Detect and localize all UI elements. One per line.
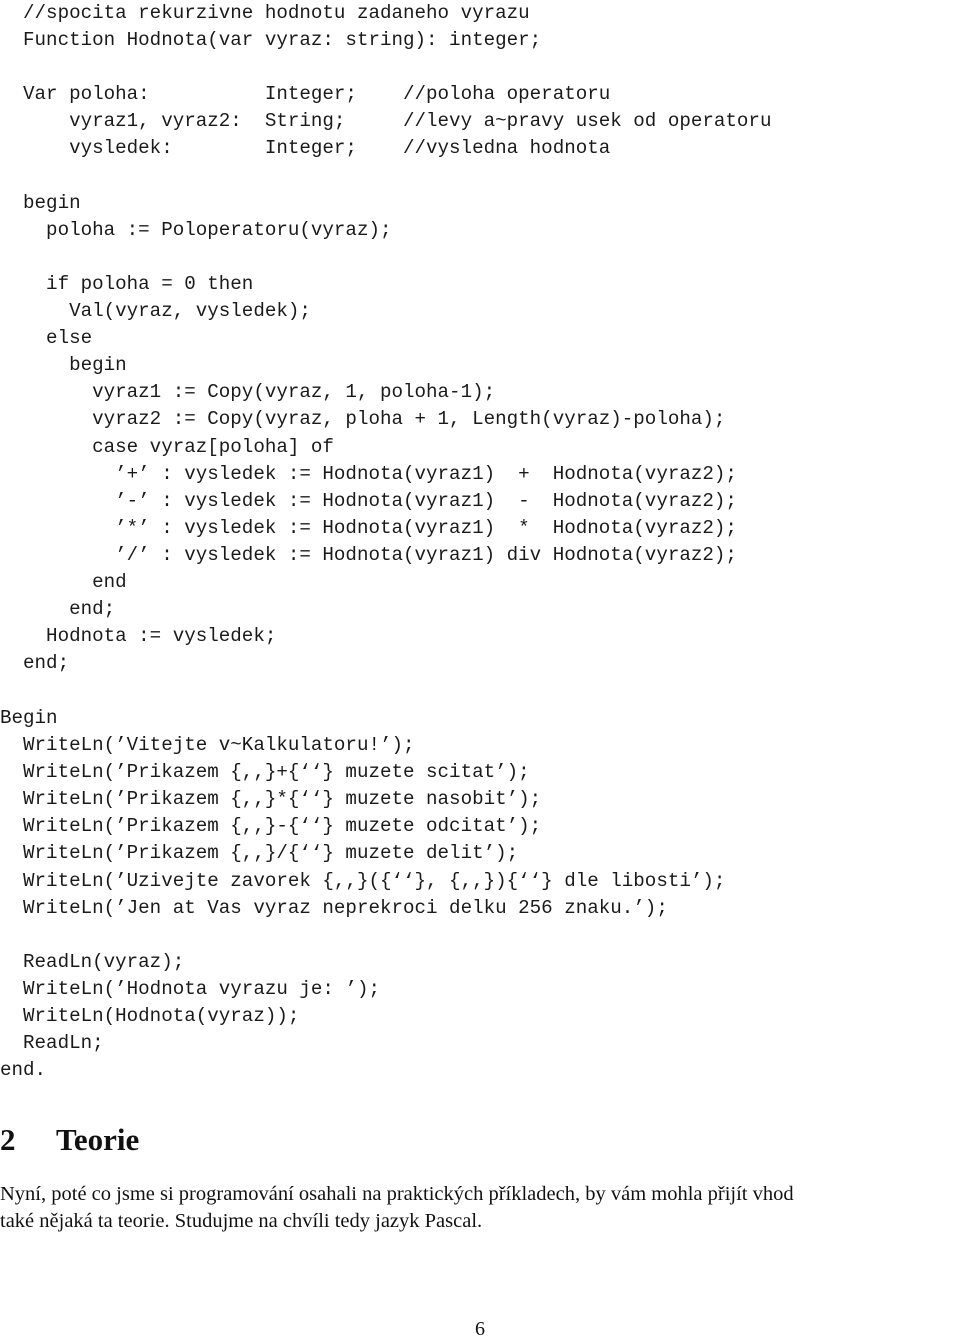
code-line: WriteLn(’Uzivejte zavorek {,,}({‘‘}, {,,… [0, 869, 726, 892]
code-line: WriteLn(’Vitejte v~Kalkulatoru!’); [0, 734, 415, 757]
section-number: 2 [0, 1122, 16, 1157]
code-line: end; [0, 598, 116, 621]
code-listing-function-hodnota: //spocita rekurzivne hodnotu zadaneho vy… [0, 0, 771, 677]
code-line: ’+’ : vysledek := Hodnota(vyraz1) + Hodn… [0, 462, 737, 485]
code-line: //spocita rekurzivne hodnotu zadaneho vy… [0, 2, 530, 24]
code-line: ’/’ : vysledek := Hodnota(vyraz1) div Ho… [0, 543, 737, 566]
code-line: vysledek: Integer; //vysledna hodnota [0, 137, 611, 160]
code-line: WriteLn(’Prikazem {,,}-{‘‘} muzete odcit… [0, 815, 542, 838]
code-line: WriteLn(’Hodnota vyrazu je: ’); [0, 977, 380, 1000]
code-line: ReadLn(vyraz); [0, 950, 185, 973]
code-line: end. [0, 1059, 47, 1082]
body-paragraph: Nyní, poté co jsme si programování osaha… [0, 1181, 960, 1235]
code-line: else [0, 327, 93, 350]
code-line: WriteLn(’Jen at Vas vyraz neprekroci del… [0, 896, 668, 919]
code-line: Begin [0, 707, 58, 729]
code-line: vyraz1 := Copy(vyraz, 1, poloha-1); [0, 381, 496, 404]
code-line: begin [0, 191, 81, 214]
code-line: ReadLn; [0, 1032, 104, 1055]
code-line: WriteLn(’Prikazem {,,}+{‘‘} muzete scita… [0, 761, 530, 784]
code-line: vyraz2 := Copy(vyraz, ploha + 1, Length(… [0, 408, 726, 431]
paragraph-line: Nyní, poté co jsme si programování osaha… [0, 1183, 794, 1205]
code-line: ’*’ : vysledek := Hodnota(vyraz1) * Hodn… [0, 516, 737, 539]
code-line: end [0, 570, 127, 593]
code-line: WriteLn(’Prikazem {,,}/{‘‘} muzete delit… [0, 842, 519, 865]
section-heading: 2 Teorie [0, 1120, 139, 1160]
code-listing-main-program: Begin WriteLn(’Vitejte v~Kalkulatoru!’);… [0, 705, 725, 1084]
code-line: Val(vyraz, vysledek); [0, 300, 311, 323]
section-title: Teorie [56, 1122, 140, 1157]
paragraph-line: také nějaká ta teorie. Studujme na chvíl… [0, 1210, 483, 1232]
code-line: end; [0, 652, 70, 675]
code-line: case vyraz[poloha] of [0, 435, 334, 458]
code-line: vyraz1, vyraz2: String; //levy a~pravy u… [0, 110, 772, 133]
code-line: poloha := Poloperatoru(vyraz); [0, 218, 392, 241]
page-number: 6 [475, 1318, 485, 1340]
code-line: Hodnota := vysledek; [0, 625, 277, 648]
code-line: if poloha = 0 then [0, 272, 254, 295]
code-line: WriteLn(’Prikazem {,,}*{‘‘} muzete nasob… [0, 788, 542, 811]
code-line: Var poloha: Integer; //poloha operatoru [0, 83, 611, 106]
code-line: Function Hodnota(var vyraz: string): int… [0, 29, 542, 52]
code-line: WriteLn(Hodnota(vyraz)); [0, 1005, 300, 1028]
code-line: ’-’ : vysledek := Hodnota(vyraz1) - Hodn… [0, 489, 737, 512]
code-line: begin [0, 354, 127, 377]
